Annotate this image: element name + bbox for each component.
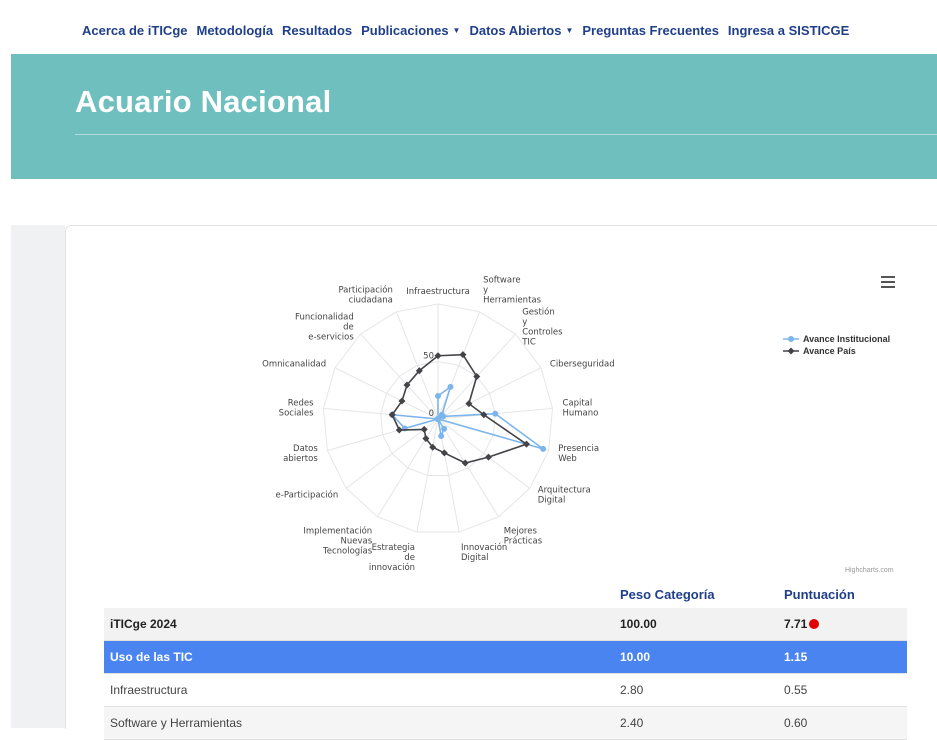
legend-label-pais: Avance País [803, 346, 856, 356]
data-point [440, 413, 447, 420]
score-value: 7.71 [784, 617, 808, 631]
category-label: Innovación Digital [461, 542, 507, 563]
category-label: Gestión y Controles TIC [521, 307, 563, 348]
score-value: 0.55 [784, 683, 808, 697]
chart-legend: Avance Institucional Avance País [783, 333, 890, 357]
category-label: Funcionalidad de e-servicios [295, 313, 354, 343]
table-body: iTICge 2024 100.00 7.71 Uso de las TIC 10.00… [104, 608, 907, 740]
table-row: Uso de las TIC 10.00 1.15 [104, 640, 907, 674]
legend-item-pais[interactable]: Avance País [783, 345, 890, 357]
category-label: Ciberseguridad [550, 359, 615, 369]
scores-table: Peso Categoría Puntuación iTICge 2024 100… [104, 580, 907, 740]
legend-marker-pais [783, 347, 799, 355]
cell-puntuacion: 7.71 [784, 608, 907, 641]
status-indicator-icon [809, 619, 820, 629]
score-value: 1.15 [784, 650, 808, 664]
category-label: Omnicanalidad [262, 359, 326, 369]
header-peso: Peso Categoría [620, 586, 715, 602]
data-point [435, 416, 441, 422]
data-point [395, 426, 403, 434]
category-label: Software y Herramientas [483, 275, 541, 305]
cell-peso: 2.80 [620, 673, 784, 707]
cell-name: Uso de las TIC [104, 640, 620, 674]
data-point [492, 410, 499, 417]
table-row: Infraestructura 2.80 0.55 [104, 673, 907, 707]
data-point [438, 432, 445, 439]
table-row: Software y Herramientas 2.40 0.60 [104, 706, 907, 740]
cell-name: Software y Herramientas [104, 706, 620, 740]
table-header-row: Peso Categoría Puntuación [104, 580, 907, 608]
category-label: e-Participación [276, 489, 339, 500]
category-label: Capital Humano [562, 398, 598, 418]
legend-item-institucional[interactable]: Avance Institucional [783, 333, 890, 345]
legend-marker-institucional [783, 336, 799, 342]
category-label: Redes Sociales [279, 398, 314, 418]
data-point [441, 425, 448, 432]
cell-peso: 2.40 [620, 706, 784, 740]
category-label: Datos abiertos [283, 444, 318, 464]
category-label: Mejores Prácticas [504, 526, 543, 546]
grid-spoke [437, 311, 481, 420]
data-point [461, 459, 469, 467]
cell-name: iTICge 2024 [104, 608, 620, 641]
grid-spoke [360, 333, 439, 420]
header-puntuacion: Puntuación [784, 586, 855, 602]
chart-credits[interactable]: Highcharts.com [845, 567, 894, 574]
cell-puntuacion: 0.60 [784, 706, 907, 740]
data-point [440, 449, 448, 457]
legend-label-institucional: Avance Institucional [803, 334, 891, 344]
category-label: Infraestructura [406, 287, 470, 297]
category-label: Estrategia de innovación [369, 543, 415, 573]
data-point [435, 393, 441, 399]
category-label: Presencia Web [558, 444, 599, 464]
chart-menu-icon[interactable] [881, 276, 895, 291]
header-name [104, 580, 620, 608]
cell-peso: 100.00 [620, 608, 784, 641]
cell-puntuacion: 0.55 [784, 673, 907, 707]
cell-peso: 10.00 [620, 640, 784, 674]
cell-name: Infraestructura [104, 673, 620, 707]
category-label: Participación ciudadana [338, 284, 392, 305]
category-label: Implementación Nuevas Tecnologías [303, 525, 372, 556]
category-label: Arquitectura Digital [538, 485, 591, 505]
cell-puntuacion: 1.15 [784, 640, 907, 674]
table-row: iTICge 2024 100.00 7.71 [104, 608, 907, 641]
data-point [540, 445, 547, 452]
data-point [447, 383, 454, 390]
